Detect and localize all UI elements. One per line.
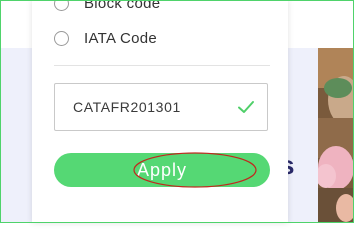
radio-button[interactable] xyxy=(54,0,69,11)
divider xyxy=(54,65,270,66)
code-input-value[interactable]: CATAFR201301 xyxy=(73,99,237,115)
option-iata-code[interactable]: IATA Code xyxy=(54,30,157,47)
radio-button[interactable] xyxy=(54,31,69,46)
option-block-code[interactable]: Block code xyxy=(54,0,160,12)
code-input[interactable]: CATAFR201301 xyxy=(54,83,268,131)
check-icon xyxy=(238,101,254,113)
background-photo xyxy=(318,48,354,223)
apply-button[interactable]: Apply xyxy=(54,153,270,187)
option-label: IATA Code xyxy=(84,30,158,47)
option-label: Block code xyxy=(84,0,161,12)
discount-code-panel: Block code IATA Code CATAFR201301 Apply xyxy=(32,0,288,223)
apply-button-label: Apply xyxy=(136,159,188,180)
